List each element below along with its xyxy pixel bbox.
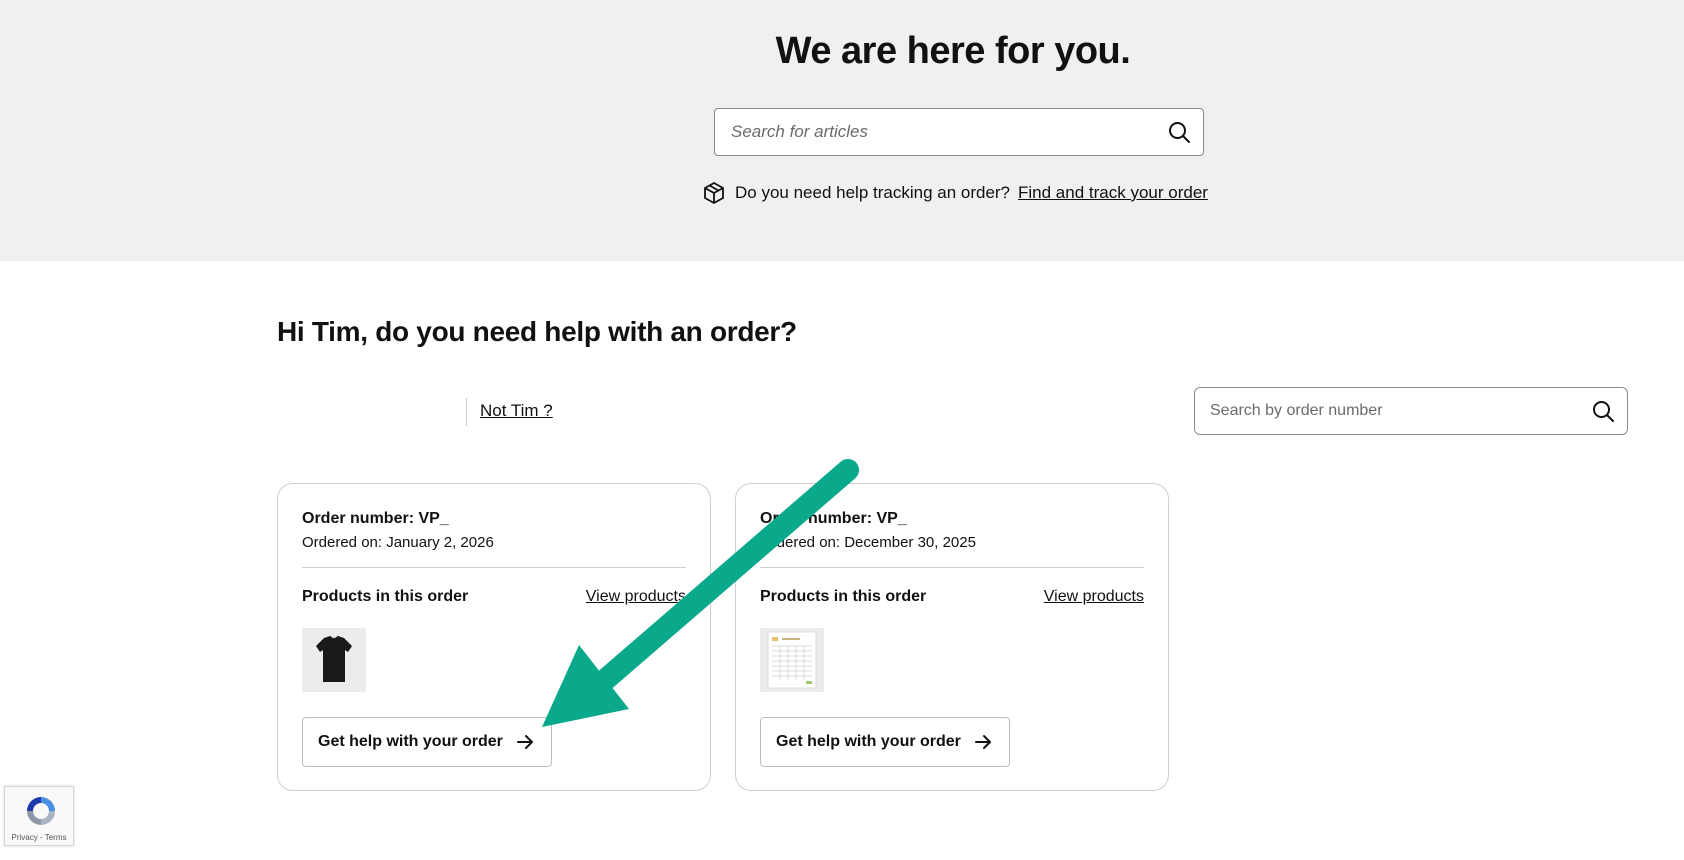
order-number: Order number: VP_	[302, 510, 449, 527]
hero-title: We are here for you.	[775, 30, 1131, 72]
schedule-sheet-image	[767, 631, 817, 689]
get-help-button[interactable]: Get help with your order	[302, 717, 552, 767]
not-user-link[interactable]: Not Tim ?	[480, 401, 553, 421]
track-order-text: Do you need help tracking an order?	[735, 183, 1011, 202]
order-search-input[interactable]	[1195, 388, 1575, 434]
order-date: Ordered on: December 30, 2025	[760, 534, 976, 551]
product-thumbnail[interactable]	[302, 628, 366, 692]
recaptcha-icon	[27, 797, 55, 825]
order-card: Order number: VP_ Ordered on: December 3…	[735, 483, 1169, 791]
help-hero: We are here for you. Do you need help tr…	[0, 0, 1684, 261]
orders-greeting: Hi Tim, do you need help with an order?	[277, 316, 797, 347]
vertical-divider	[466, 398, 467, 426]
get-help-label: Get help with your order	[776, 733, 961, 750]
card-divider	[302, 567, 686, 568]
package-icon	[704, 182, 724, 204]
article-search-input[interactable]	[715, 109, 1155, 155]
recaptcha-links[interactable]: Privacy - Terms	[5, 833, 73, 842]
products-heading: Products in this order	[760, 588, 927, 605]
card-divider	[760, 567, 1144, 568]
article-search	[714, 108, 1204, 156]
products-heading: Products in this order	[302, 588, 469, 605]
arrow-right-icon	[974, 735, 991, 749]
search-icon[interactable]	[1167, 120, 1191, 144]
arrow-right-icon	[516, 735, 533, 749]
recaptcha-badge[interactable]: Privacy - Terms	[4, 786, 74, 846]
product-thumbnail[interactable]	[760, 628, 824, 692]
order-number: Order number: VP_	[760, 510, 907, 527]
view-products-link[interactable]: View products	[586, 588, 686, 606]
tshirt-image	[316, 635, 352, 682]
track-order-row: Do you need help tracking an order? Find…	[702, 180, 1208, 206]
get-help-label: Get help with your order	[318, 733, 503, 750]
view-products-link[interactable]: View products	[1044, 588, 1144, 606]
order-search	[1194, 387, 1628, 435]
track-order-link[interactable]: Find and track your order	[1018, 183, 1208, 203]
get-help-button[interactable]: Get help with your order	[760, 717, 1010, 767]
order-date: Ordered on: January 2, 2026	[302, 534, 494, 551]
order-card: Order number: VP_ Ordered on: January 2,…	[277, 483, 711, 791]
search-icon[interactable]	[1591, 399, 1615, 423]
